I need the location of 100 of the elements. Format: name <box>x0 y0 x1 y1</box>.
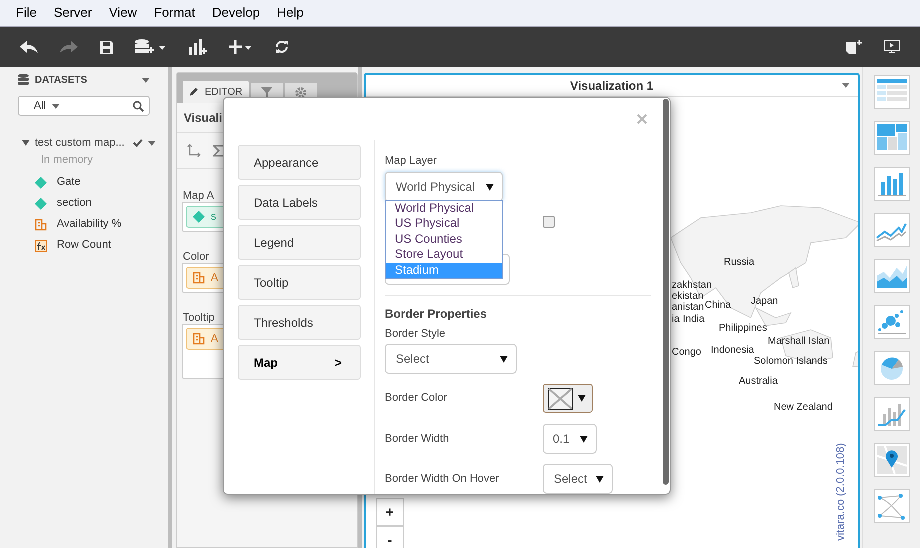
settings-tab[interactable]: Legend <box>238 225 361 260</box>
menu-item[interactable]: Develop <box>212 3 260 23</box>
refresh-icon[interactable] <box>275 40 289 54</box>
add-chart-icon[interactable] <box>189 39 207 55</box>
credit-text: vitara.co (2.0.0.108) <box>834 443 848 541</box>
settings-tab[interactable]: Tooltip <box>238 265 361 300</box>
zoom-button[interactable]: + <box>376 498 404 526</box>
presentation-icon[interactable] <box>884 40 900 54</box>
border-width-select[interactable]: 0.1 <box>543 424 597 454</box>
add-dataset-icon[interactable] <box>135 39 167 55</box>
filter-dropdown[interactable]: All <box>18 96 150 116</box>
swap-icon[interactable] <box>187 144 201 158</box>
settings-tab[interactable]: Appearance <box>238 145 361 180</box>
menu-item[interactable]: View <box>109 3 138 23</box>
pie-chart-icon[interactable] <box>874 351 910 385</box>
caret-icon <box>596 476 604 482</box>
caret-icon <box>578 395 586 402</box>
map-label: Russia <box>724 258 755 268</box>
settings-tab[interactable]: Map > <box>238 345 361 380</box>
network-chart-icon[interactable] <box>874 489 910 523</box>
attribute-icon <box>35 198 47 210</box>
map-pin-icon[interactable] <box>874 443 910 477</box>
map-layer-select[interactable]: World Physical <box>385 172 503 202</box>
section-label: Color <box>183 251 210 263</box>
field-label: Border Color <box>385 391 448 406</box>
map-label: China <box>705 301 732 311</box>
metric-icon <box>193 272 205 284</box>
dropdown-option[interactable]: Store Layout <box>386 247 502 263</box>
no-color-swatch-icon <box>548 388 573 410</box>
add-icon[interactable] <box>229 40 253 54</box>
expand-icon[interactable] <box>22 140 30 146</box>
map-label: Solomon Islands <box>754 357 828 367</box>
caret-icon <box>580 436 588 442</box>
metric-icon <box>35 218 47 230</box>
map-label: zakhstan <box>672 281 712 291</box>
map-label: New Zealand <box>774 403 833 413</box>
map-label: Congo <box>672 348 702 358</box>
sum-icon[interactable] <box>213 144 223 156</box>
area-chart-icon[interactable] <box>874 259 910 293</box>
dropdown-option[interactable]: US Physical <box>386 216 502 232</box>
attribute-icon <box>35 176 47 188</box>
section-heading: Border Properties <box>385 306 488 320</box>
menu-item[interactable]: Server <box>54 3 92 23</box>
menu-item[interactable]: File <box>16 3 37 23</box>
field-name[interactable]: section <box>57 195 92 212</box>
map-label: Japan <box>751 297 778 307</box>
color-picker[interactable] <box>543 384 593 413</box>
hover-width-select[interactable]: Select <box>543 464 613 494</box>
caret-icon <box>486 184 494 190</box>
caret-icon[interactable] <box>142 78 150 82</box>
section-label: Tooltip <box>183 312 215 324</box>
undo-icon[interactable] <box>20 41 38 53</box>
map-label: Marshall Islan <box>768 337 830 347</box>
border-style-select[interactable]: Select <box>385 344 517 374</box>
bubble-chart-icon[interactable] <box>874 305 910 339</box>
menu-item[interactable]: Help <box>277 3 304 23</box>
save-icon[interactable] <box>100 40 113 54</box>
field-label: Border Width <box>385 432 450 447</box>
panel-title: DATASETS <box>35 74 88 88</box>
zoom-button[interactable]: - <box>376 526 404 548</box>
field-name[interactable]: Row Count <box>57 237 112 254</box>
check-icon <box>133 139 143 147</box>
redo-icon[interactable] <box>60 41 78 53</box>
map-label: ia <box>672 315 680 325</box>
map-label: Australia <box>739 377 778 387</box>
menu-item[interactable]: Format <box>154 3 196 23</box>
dropdown-option[interactable]: US Counties <box>386 232 502 248</box>
filter-icon <box>260 87 273 99</box>
table-chart-icon[interactable] <box>874 75 910 109</box>
settings-tab[interactable]: Thresholds <box>238 305 361 340</box>
scrollbar[interactable] <box>663 99 669 485</box>
formula-icon <box>35 240 47 252</box>
editor-tab[interactable]: EDITOR <box>183 81 249 103</box>
new-page-icon[interactable] <box>846 40 862 54</box>
field-label: Map Layer <box>385 154 438 167</box>
field-name[interactable]: Availability % <box>57 216 122 233</box>
combo-chart-icon[interactable] <box>874 397 910 431</box>
bar-chart-icon[interactable] <box>874 167 910 201</box>
treemap-chart-icon[interactable] <box>874 121 910 155</box>
database-icon <box>18 74 29 86</box>
checkbox[interactable] <box>543 216 555 228</box>
dataset-name[interactable]: test custom map... <box>35 134 128 152</box>
caret-icon[interactable] <box>148 140 156 146</box>
map-label: Indonesia <box>711 346 754 356</box>
search-icon[interactable] <box>133 100 144 112</box>
dataset-status: In memory <box>40 153 94 168</box>
map-label: Philippines <box>719 324 768 334</box>
map-label: India <box>683 315 705 325</box>
attribute-icon <box>193 211 205 223</box>
caret-icon[interactable] <box>842 83 850 88</box>
field-label: Border Style <box>385 327 447 340</box>
dropdown-option[interactable]: World Physical <box>386 201 502 216</box>
field-name[interactable]: Gate <box>57 174 81 191</box>
line-chart-icon[interactable] <box>874 213 910 247</box>
settings-tab[interactable]: Data Labels <box>238 185 361 220</box>
map-label: ekistan <box>672 292 704 302</box>
metric-icon <box>193 333 205 345</box>
visualization-title: Visualization 1 <box>570 78 654 94</box>
section-label: Map A <box>183 190 214 202</box>
map-label: anistan <box>672 303 704 313</box>
